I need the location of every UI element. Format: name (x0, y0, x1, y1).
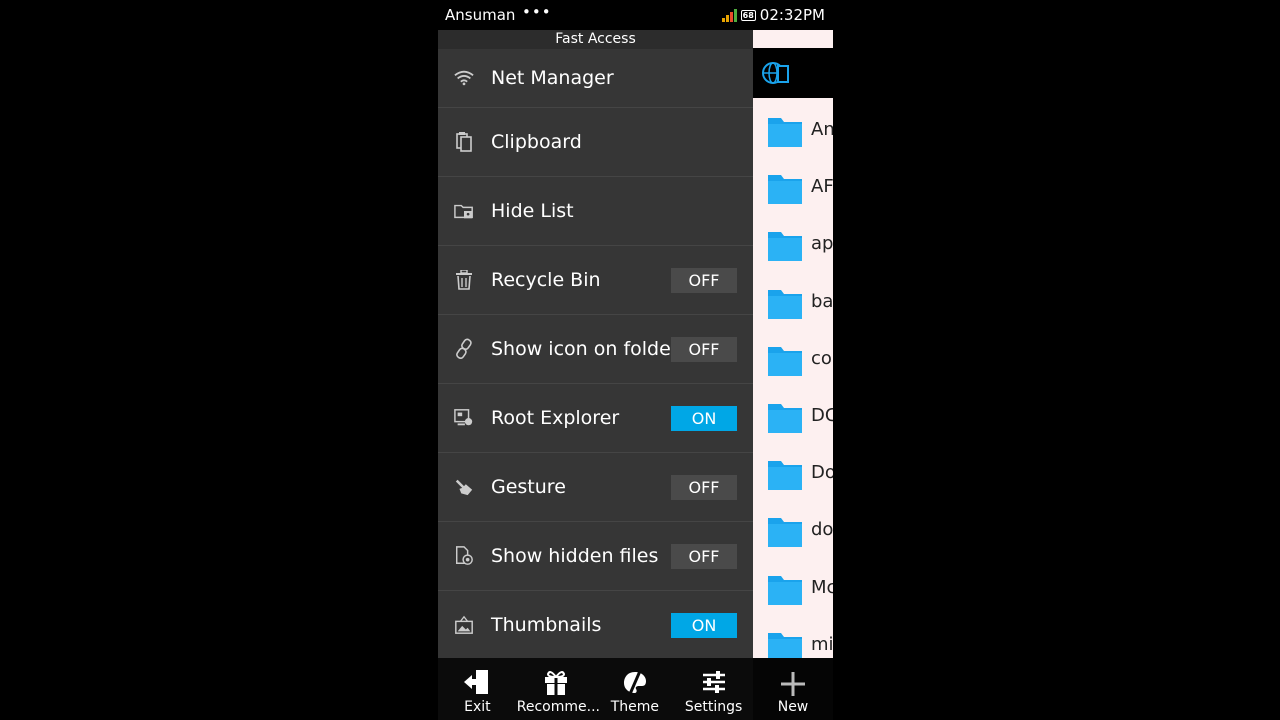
clock: 02:32PM (759, 6, 825, 24)
show-hidden-files-toggle[interactable]: OFF (671, 543, 737, 569)
status-right: 68 02:32PM (721, 6, 825, 24)
theme-label: Theme (610, 699, 660, 715)
menu-item-label: Net Manager (491, 67, 614, 89)
folder-icon (767, 572, 803, 610)
root-explorer-toggle[interactable]: ON (671, 405, 737, 431)
theme-button[interactable]: Theme (596, 658, 675, 720)
bottom-toolbar: Exit Recomme... Theme Settings New (438, 658, 833, 720)
menu-item-label: Recycle Bin (491, 269, 601, 291)
palette-icon (596, 668, 675, 696)
folder-name: mi (811, 633, 833, 655)
folder-icon (767, 228, 803, 266)
exit-button[interactable]: Exit (438, 658, 517, 720)
phone-screen: Ansuman ••• 68 02:32PM Fast Access Net M… (438, 0, 833, 720)
new-label: New (777, 699, 809, 715)
folder-icon (767, 514, 803, 552)
settings-label: Settings (684, 699, 743, 715)
folder-item[interactable]: Mc (753, 558, 833, 615)
menu-item-label: Hide List (491, 200, 574, 222)
panel-title: Fast Access (438, 30, 753, 49)
plus-icon (753, 670, 833, 698)
show-icon-on-folder-toggle[interactable]: OFF (671, 336, 737, 362)
menu-item-label: Clipboard (491, 131, 582, 153)
menu-item-recycle-bin[interactable]: Recycle Bin OFF (438, 246, 753, 315)
folder-icon (767, 114, 803, 152)
menu-item-label: Thumbnails (491, 614, 602, 636)
hidden-file-icon (454, 546, 474, 566)
recommend-button[interactable]: Recomme... (516, 658, 600, 720)
hand-pointer-icon (454, 477, 474, 497)
folder-item[interactable]: ap (753, 214, 833, 271)
menu-item-thumbnails[interactable]: Thumbnails ON (438, 591, 753, 660)
folder-item[interactable]: AF (753, 157, 833, 214)
link-icon (454, 338, 474, 360)
menu-item-clipboard[interactable]: Clipboard (438, 108, 753, 177)
new-button[interactable]: New (753, 658, 833, 720)
folder-name: Do (811, 462, 833, 484)
gesture-toggle[interactable]: OFF (671, 474, 737, 500)
root-icon (454, 408, 474, 428)
folder-name: co (811, 347, 832, 369)
menu-item-label: Show hidden files (491, 545, 659, 567)
menu-item-show-icon-on-folder[interactable]: Show icon on folder OFF (438, 315, 753, 384)
folder-icon (767, 457, 803, 495)
folder-icon (767, 286, 803, 324)
menu-item-hide-list[interactable]: Hide List (438, 177, 753, 246)
thumbnails-toggle[interactable]: ON (671, 612, 737, 638)
folder-item[interactable]: co (753, 329, 833, 386)
fast-access-panel: Fast Access Net Manager Clipboard Hide L… (438, 30, 753, 660)
folder-name: Mc (811, 576, 833, 598)
folder-icon (767, 171, 803, 209)
carrier-name: Ansuman (445, 6, 516, 24)
menu-item-net-manager[interactable]: Net Manager (438, 49, 753, 108)
folder-name: ba (811, 290, 833, 312)
recommend-label: Recomme... (516, 699, 600, 715)
signal-icon (721, 8, 737, 22)
toolbar-strip (753, 48, 833, 98)
menu-item-label: Root Explorer (491, 407, 620, 429)
folder-item[interactable]: do (753, 500, 833, 557)
folder-name: An (811, 119, 833, 140)
gift-icon (517, 668, 596, 696)
menu-item-root-explorer[interactable]: Root Explorer ON (438, 384, 753, 453)
image-icon (454, 615, 474, 635)
folder-item[interactable]: DC (753, 386, 833, 443)
exit-icon (438, 668, 517, 696)
trash-icon (454, 270, 474, 290)
menu-item-label: Gesture (491, 476, 566, 498)
folder-name: DC (811, 405, 833, 426)
status-bar: Ansuman ••• 68 02:32PM (438, 0, 833, 30)
folder-icon (767, 400, 803, 438)
folder-icon (767, 343, 803, 381)
menu-item-show-hidden-files[interactable]: Show hidden files OFF (438, 522, 753, 591)
folder-name: AF (811, 176, 833, 198)
folder-name: ap (811, 233, 833, 255)
notification-dots: ••• (522, 3, 552, 21)
folder-item[interactable]: ba (753, 272, 833, 329)
menu-item-label: Show icon on folder (491, 338, 679, 360)
sliders-icon (674, 668, 753, 696)
clipboard-icon (454, 132, 474, 152)
file-list-pane: An AF ap ba co DC Do do Mc mi (753, 30, 833, 662)
menu-item-gesture[interactable]: Gesture OFF (438, 453, 753, 522)
folder-name: do (811, 519, 833, 541)
exit-label: Exit (464, 699, 491, 715)
folder-item[interactable]: Do (753, 443, 833, 500)
recycle-bin-toggle[interactable]: OFF (671, 267, 737, 293)
folder-item[interactable]: An (753, 100, 833, 157)
battery-icon: 68 (740, 9, 756, 21)
hidden-folder-icon (454, 201, 474, 221)
settings-button[interactable]: Settings (674, 658, 753, 720)
wifi-icon (454, 68, 474, 88)
network-device-icon[interactable] (761, 60, 791, 90)
